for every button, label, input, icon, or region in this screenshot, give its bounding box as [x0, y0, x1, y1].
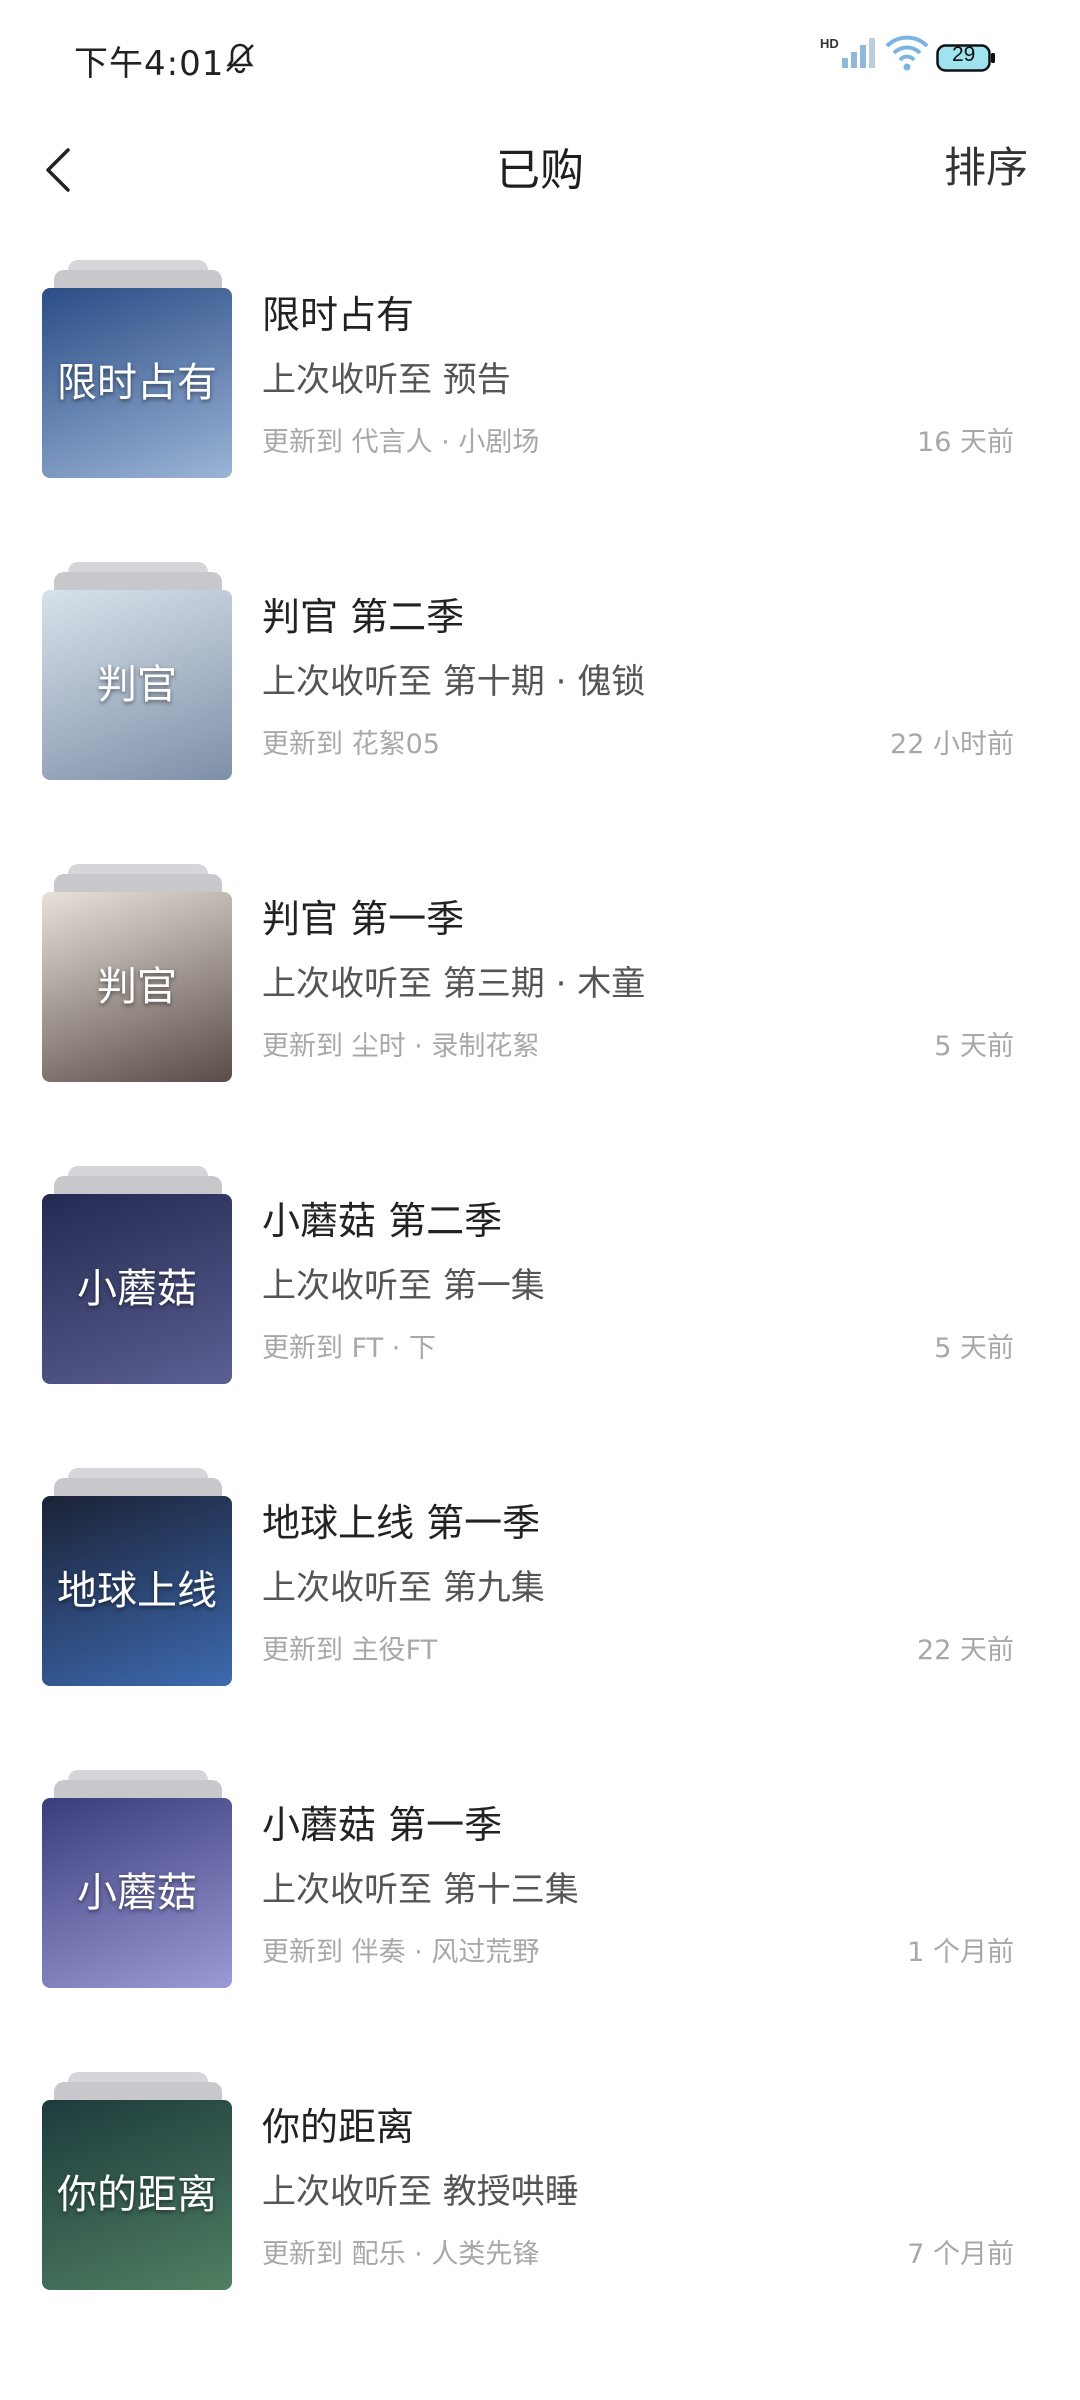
list-item[interactable]: 小蘑菇 小蘑菇 第二季 上次收听至 第一集 更新到 FT · 下 5 天前 — [0, 1166, 1080, 1466]
item-update: 更新到 FT · 下 — [262, 1333, 436, 1364]
cover-stack: 小蘑菇 — [42, 1166, 234, 1386]
item-update: 更新到 伴奏 · 风过荒野 — [262, 1937, 540, 1968]
status-time: 下午4:01 — [74, 44, 225, 84]
mute-bell-icon — [226, 43, 254, 74]
list-item[interactable]: 限时占有 限时占有 上次收听至 预告 更新到 代言人 · 小剧场 16 天前 — [0, 260, 1080, 560]
item-time-ago: 22 小时前 — [890, 729, 1014, 760]
item-update: 更新到 主役FT — [262, 1635, 438, 1666]
list-item[interactable]: 小蘑菇 小蘑菇 第一季 上次收听至 第十三集 更新到 伴奏 · 风过荒野 1 个… — [0, 1770, 1080, 2070]
item-update: 更新到 代言人 · 小剧场 — [262, 427, 540, 458]
item-progress: 上次收听至 教授哄睡 — [262, 2172, 579, 2212]
signal-label: HD — [820, 36, 839, 51]
header: 已购 排序 — [0, 110, 1080, 230]
cover-image: 地球上线 — [42, 1496, 232, 1686]
item-time-ago: 5 天前 — [934, 1031, 1014, 1062]
list-item[interactable]: 你的距离 你的距离 上次收听至 教授哄睡 更新到 配乐 · 人类先锋 7 个月前 — [0, 2072, 1080, 2372]
cover-image: 限时占有 — [42, 288, 232, 478]
item-title: 你的距离 — [262, 2105, 415, 2149]
cover-image: 判官 — [42, 590, 232, 780]
item-update: 更新到 配乐 · 人类先锋 — [262, 2239, 540, 2270]
item-title: 判官 第二季 — [262, 595, 465, 639]
sort-button[interactable]: 排序 — [944, 134, 1028, 195]
cover-image: 小蘑菇 — [42, 1798, 232, 1988]
item-time-ago: 7 个月前 — [907, 2239, 1014, 2270]
list-item[interactable]: 判官 判官 第一季 上次收听至 第三期 · 木童 更新到 尘时 · 录制花絮 5… — [0, 864, 1080, 1164]
cover-image: 你的距离 — [42, 2100, 232, 2290]
item-title: 小蘑菇 第二季 — [262, 1199, 503, 1243]
cover-stack: 小蘑菇 — [42, 1770, 234, 1990]
cover-stack: 判官 — [42, 562, 234, 782]
battery-level: 29 — [952, 43, 976, 66]
signal-hd-icon: HD — [820, 36, 875, 68]
item-update: 更新到 花絮05 — [262, 729, 440, 760]
item-time-ago: 22 天前 — [917, 1635, 1014, 1666]
item-update: 更新到 尘时 · 录制花絮 — [262, 1031, 540, 1062]
item-progress: 上次收听至 第九集 — [262, 1568, 545, 1608]
cover-image: 判官 — [42, 892, 232, 1082]
item-time-ago: 1 个月前 — [907, 1937, 1014, 1968]
list-item[interactable]: 判官 判官 第二季 上次收听至 第十期 · 傀锁 更新到 花絮05 22 小时前 — [0, 562, 1080, 862]
cover-stack: 地球上线 — [42, 1468, 234, 1688]
cover-stack: 限时占有 — [42, 260, 234, 480]
page-title: 已购 — [496, 145, 584, 196]
item-title: 小蘑菇 第一季 — [262, 1803, 503, 1847]
item-title: 判官 第一季 — [262, 897, 465, 941]
item-time-ago: 5 天前 — [934, 1333, 1014, 1364]
cover-stack: 判官 — [42, 864, 234, 1084]
item-progress: 上次收听至 第十期 · 傀锁 — [262, 662, 646, 702]
status-bar: 下午4:01 HD 29 — [0, 0, 1080, 110]
item-time-ago: 16 天前 — [917, 427, 1014, 458]
item-progress: 上次收听至 第三期 · 木童 — [262, 964, 646, 1004]
item-title: 地球上线 第一季 — [262, 1501, 541, 1545]
cover-stack: 你的距离 — [42, 2072, 234, 2292]
cover-image: 小蘑菇 — [42, 1194, 232, 1384]
item-progress: 上次收听至 预告 — [262, 360, 511, 400]
wifi-icon — [885, 35, 929, 71]
item-title: 限时占有 — [262, 293, 415, 337]
item-progress: 上次收听至 第十三集 — [262, 1870, 579, 1910]
list-item[interactable]: 地球上线 地球上线 第一季 上次收听至 第九集 更新到 主役FT 22 天前 — [0, 1468, 1080, 1768]
item-progress: 上次收听至 第一集 — [262, 1266, 545, 1306]
